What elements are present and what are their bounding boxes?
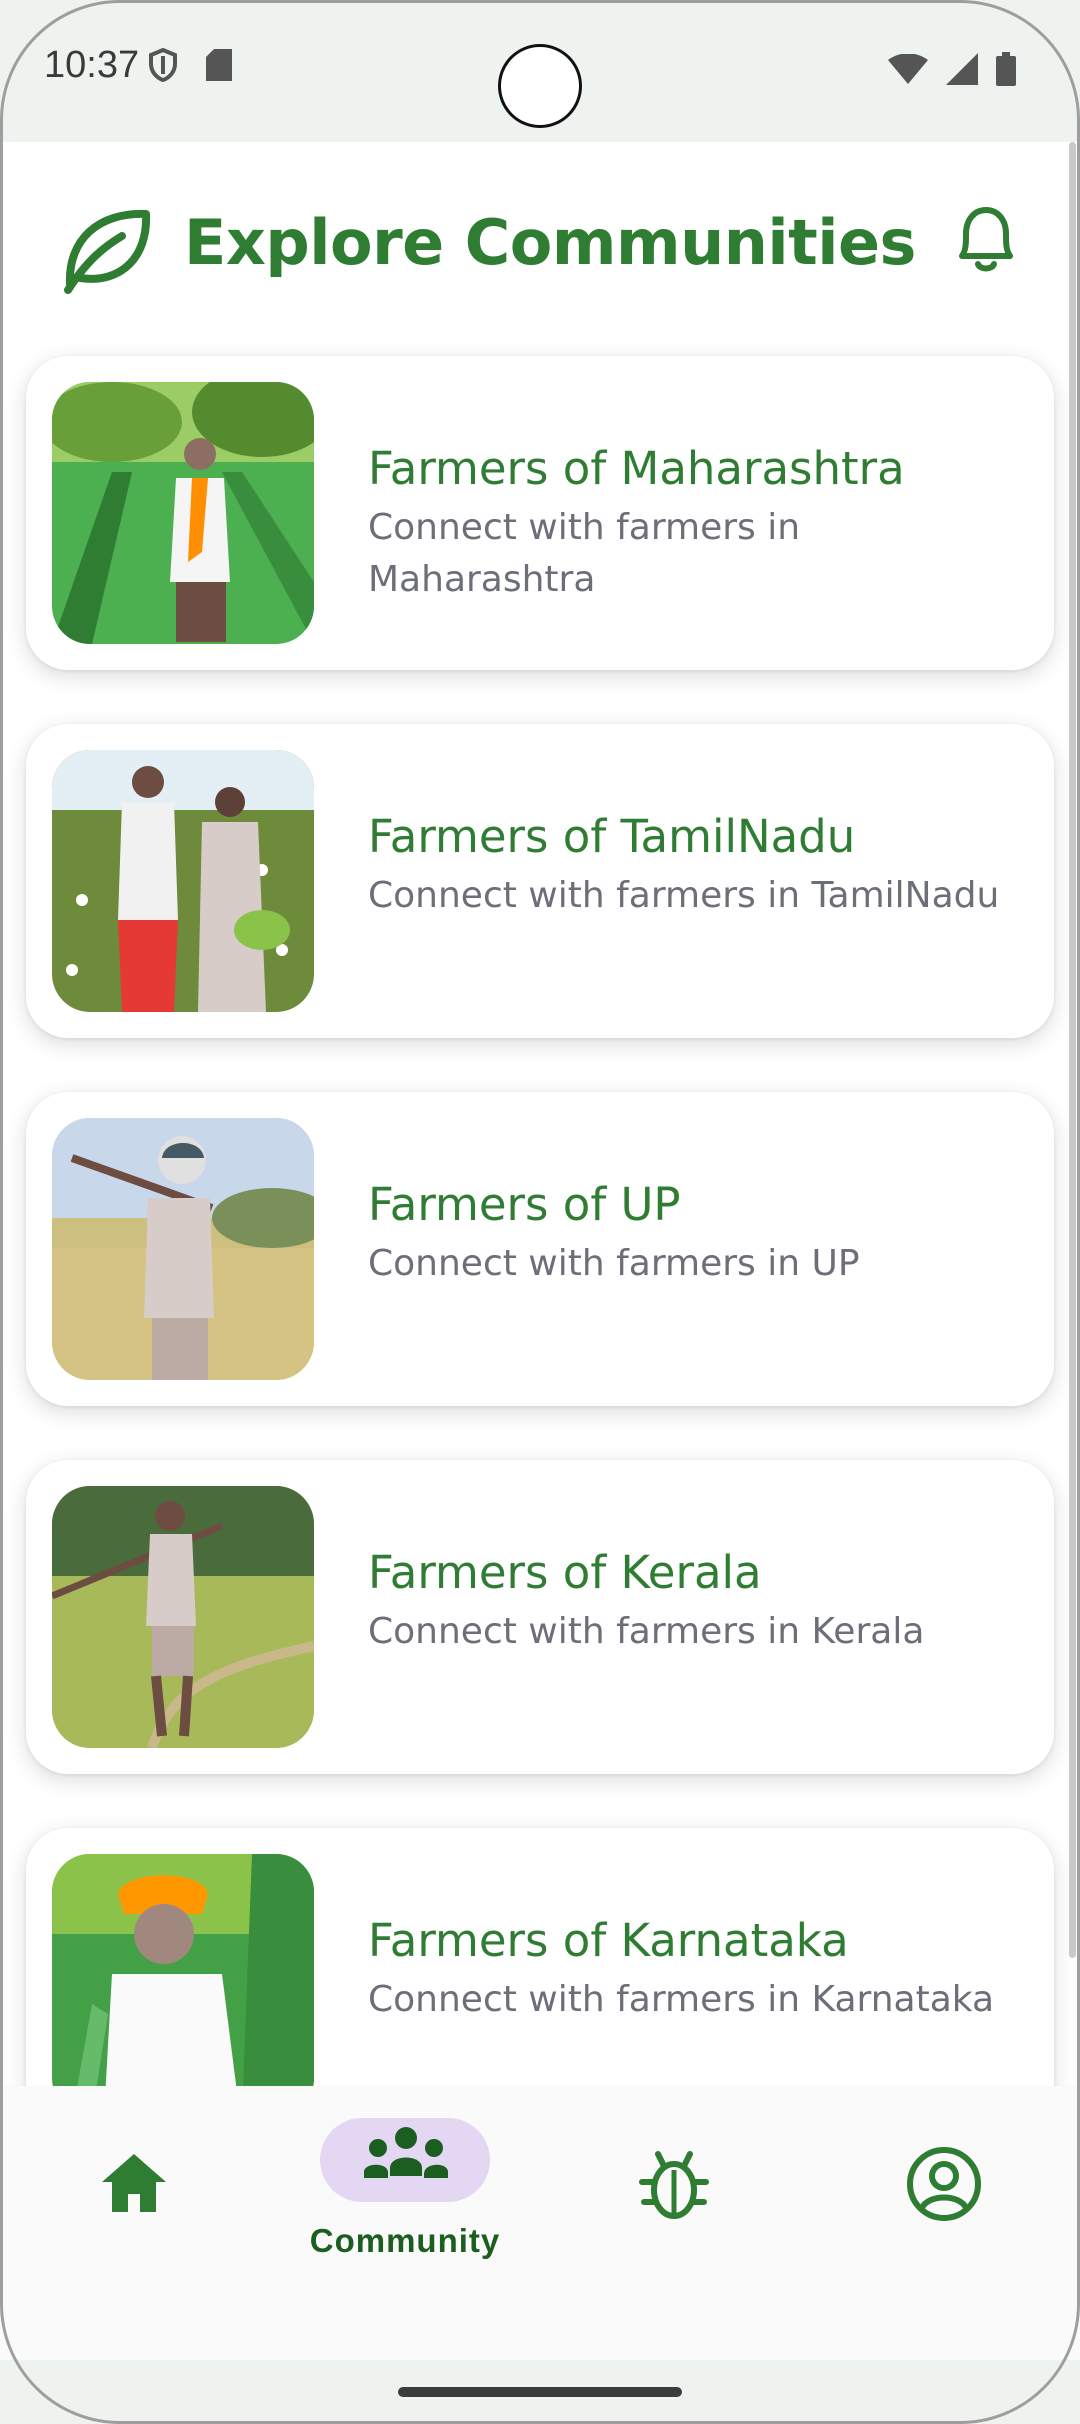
community-subtitle: Connect with farmers in Maharashtra — [368, 507, 801, 600]
community-card-kerala[interactable]: Farmers of Kerala Connect with farmers i… — [26, 1460, 1054, 1774]
status-bar: 10:37 — [0, 0, 1080, 142]
community-title: Farmers of TamilNadu — [368, 810, 856, 863]
scrollbar[interactable] — [1069, 142, 1076, 1958]
community-subtitle: Connect with farmers in Kerala — [368, 1611, 925, 1652]
community-card-maharashtra[interactable]: Farmers of Maharashtra Connect with farm… — [26, 356, 1054, 670]
community-image — [52, 1854, 314, 2086]
status-time: 10:37 — [44, 44, 140, 86]
wifi-icon — [888, 53, 928, 88]
community-subtitle: Connect with farmers in UP — [368, 1243, 860, 1284]
community-title: Farmers of UP — [368, 1178, 681, 1231]
leaf-icon — [58, 200, 154, 296]
community-image — [52, 1118, 314, 1380]
shield-icon — [148, 47, 178, 86]
community-title: Farmers of Kerala — [368, 1546, 762, 1599]
community-title: Farmers of Karnataka — [368, 1914, 849, 1967]
signal-icon — [946, 53, 978, 89]
community-card-karnataka[interactable]: Farmers of Karnataka Connect with farmer… — [26, 1828, 1054, 2086]
camera-cutout — [498, 44, 582, 128]
community-icon — [362, 2124, 450, 2196]
community-subtitle: Connect with farmers in TamilNadu — [368, 875, 1000, 916]
sd-card-icon — [206, 49, 232, 85]
community-list[interactable]: Farmers of Maharashtra Connect with farm… — [0, 340, 1080, 2086]
bug-icon — [638, 2146, 710, 2226]
nav-community[interactable] — [296, 2110, 516, 2310]
bell-icon — [950, 200, 1022, 280]
community-card-tamilnadu[interactable]: Farmers of TamilNadu Connect with farmer… — [26, 724, 1054, 1038]
community-image — [52, 1486, 314, 1748]
nav-community-label: Community — [309, 2222, 501, 2259]
notifications-button[interactable] — [944, 198, 1028, 282]
nav-home[interactable] — [24, 2110, 244, 2310]
home-gesture-bar[interactable] — [398, 2387, 682, 2397]
home-icon — [100, 2152, 168, 2218]
page-title: Explore Communities — [184, 206, 916, 279]
community-subtitle: Connect with farmers in Karnataka — [368, 1979, 995, 2020]
community-image — [52, 382, 314, 644]
nav-profile[interactable] — [834, 2110, 1054, 2310]
community-card-up[interactable]: Farmers of UP Connect with farmers in UP — [26, 1092, 1054, 1406]
nav-pest-detection[interactable] — [564, 2110, 784, 2310]
profile-icon — [906, 2146, 982, 2226]
battery-icon — [996, 52, 1016, 90]
community-image — [52, 750, 314, 1012]
community-title: Farmers of Maharashtra — [368, 442, 905, 495]
